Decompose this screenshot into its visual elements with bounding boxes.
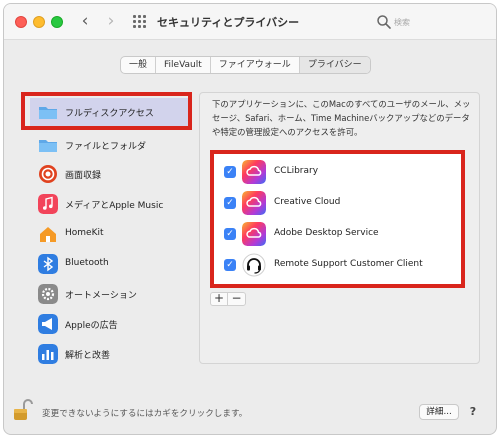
search-field[interactable] — [376, 13, 491, 31]
back-button[interactable]: ‹ — [76, 12, 94, 32]
list-item[interactable]: ✓ Creative Cloud — [222, 188, 462, 218]
sidebar-item-apple-ads[interactable]: Appleの広告 — [30, 310, 190, 338]
forward-button[interactable]: › — [102, 12, 120, 32]
sidebar-item-label: HomeKit — [65, 228, 104, 238]
app-name: Creative Cloud — [274, 197, 341, 207]
list-item[interactable]: ✓ Remote Support Customer Client — [222, 250, 462, 280]
bluetooth-icon — [38, 254, 58, 274]
highlight-box-sidebar — [21, 92, 192, 130]
music-icon — [38, 194, 58, 214]
add-remove-control: + − — [210, 292, 246, 306]
screen-record-icon — [39, 165, 57, 183]
sidebar-item-label: メディアとApple Music — [65, 201, 164, 211]
details-button[interactable]: 詳細... — [419, 404, 459, 420]
megaphone-icon — [38, 314, 58, 334]
zoom-window-button[interactable] — [51, 16, 63, 28]
lock-icon[interactable] — [12, 398, 34, 422]
sidebar-item-files-and-folders[interactable]: ファイルとフォルダ — [30, 131, 190, 159]
creative-cloud-icon — [242, 191, 266, 215]
gear-icon — [38, 284, 58, 304]
description-text: 下のアプリケーションに、このMacのすべてのユーザのメール、メッセージ、Safa… — [212, 99, 471, 137]
show-all-grid-icon[interactable] — [133, 15, 146, 28]
sidebar-item-label: オートメーション — [65, 291, 137, 301]
tab-filevault[interactable]: FileVault — [156, 57, 211, 73]
tab-privacy[interactable]: プライバシー — [299, 57, 370, 73]
app-name: CCLibrary — [274, 166, 319, 176]
window-title: セキュリティとプライバシー — [157, 16, 300, 29]
sidebar-item-label: 画面収録 — [65, 171, 102, 181]
app-list: ✓ CCLibrary ✓ Creative Cloud ✓ Adobe Des… — [210, 150, 465, 288]
home-icon — [40, 227, 56, 242]
sidebar-item-label: Appleの広告 — [65, 321, 118, 331]
add-app-button[interactable]: + — [211, 292, 228, 305]
creative-cloud-icon — [242, 222, 266, 246]
app-name: Adobe Desktop Service — [274, 228, 379, 238]
sidebar-item-screen-recording[interactable]: 画面収録 — [30, 160, 190, 188]
help-button[interactable]: ? — [465, 404, 481, 420]
app-checkbox[interactable]: ✓ — [224, 259, 236, 271]
app-name: Remote Support Customer Client — [274, 259, 423, 269]
headset-icon — [242, 253, 266, 277]
list-item[interactable]: ✓ CCLibrary — [222, 157, 462, 187]
sidebar-item-automation[interactable]: オートメーション — [30, 280, 190, 308]
sidebar-item-label: ファイルとフォルダ — [65, 142, 147, 152]
sidebar-item-media-apple-music[interactable]: メディアとApple Music — [30, 190, 190, 218]
app-checkbox[interactable]: ✓ — [224, 228, 236, 240]
minimize-window-button[interactable] — [33, 16, 45, 28]
tab-general[interactable]: 一般 — [121, 57, 157, 73]
sidebar-item-analytics[interactable]: 解析と改善 — [30, 340, 190, 368]
search-input[interactable] — [394, 13, 489, 31]
title-bar: ‹ › セキュリティとプライバシー — [4, 4, 496, 40]
tab-firewall[interactable]: ファイアウォール — [211, 57, 300, 73]
sidebar-item-bluetooth[interactable]: Bluetooth — [30, 250, 190, 278]
app-checkbox[interactable]: ✓ — [224, 166, 236, 178]
folder-icon — [39, 140, 57, 152]
remove-app-button[interactable]: − — [228, 292, 245, 305]
creative-cloud-icon — [242, 160, 266, 184]
close-window-button[interactable] — [15, 16, 27, 28]
sidebar-item-label: Bluetooth — [65, 258, 109, 268]
app-checkbox[interactable]: ✓ — [224, 197, 236, 209]
sidebar-item-homekit[interactable]: HomeKit — [30, 220, 190, 248]
search-icon — [377, 15, 391, 29]
chart-icon — [38, 344, 58, 364]
lock-instruction-text: 変更できないようにするにはカギをクリックします。 — [42, 409, 248, 419]
tab-bar: 一般 FileVault ファイアウォール プライバシー — [120, 56, 371, 74]
sidebar-item-label: 解析と改善 — [65, 351, 111, 361]
list-item[interactable]: ✓ Adobe Desktop Service — [222, 219, 462, 249]
